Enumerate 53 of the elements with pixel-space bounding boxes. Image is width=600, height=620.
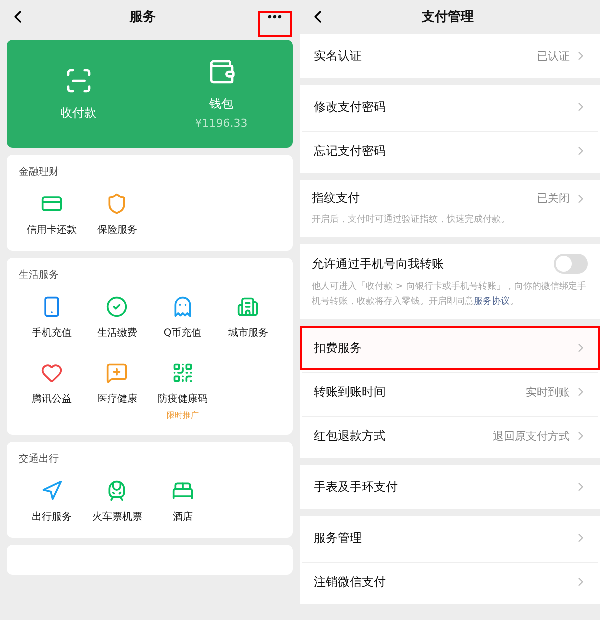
setting-row[interactable]: 指纹支付 已关闭 开启后，支付时可通过验证指纹，快速完成付款。 bbox=[300, 180, 600, 238]
setting-label[interactable]: 注销微信支付 bbox=[314, 574, 386, 591]
section-title: 金融理财 bbox=[19, 166, 60, 179]
qr-code-icon[interactable] bbox=[172, 362, 194, 384]
promo-tag: 限时推广 bbox=[166, 410, 199, 421]
page-title: 服务 bbox=[130, 9, 156, 26]
navigation-icon[interactable] bbox=[40, 480, 63, 502]
service-label[interactable]: Q币充值 bbox=[164, 326, 202, 340]
service-label[interactable]: 腾讯公益 bbox=[32, 392, 72, 406]
setting-row[interactable]: 扣费服务 bbox=[300, 326, 600, 370]
service-label[interactable]: 保险服务 bbox=[97, 223, 138, 237]
check-circle-icon[interactable] bbox=[106, 296, 128, 318]
plus-message-icon[interactable] bbox=[106, 362, 128, 384]
setting-value: 已关闭 bbox=[537, 191, 570, 206]
setting-value: 实时到账 bbox=[526, 384, 570, 400]
agreement-link[interactable]: 服务协议 bbox=[474, 296, 510, 307]
setting-label[interactable]: 忘记支付密码 bbox=[314, 142, 386, 160]
service-label[interactable]: 生活缴费 bbox=[97, 326, 138, 340]
setting-value: 已认证 bbox=[537, 48, 570, 64]
setting-label: 允许通过手机号向我转账 bbox=[312, 256, 444, 273]
toggle-switch[interactable] bbox=[554, 254, 588, 274]
setting-description: 他人可进入「收付款 > 向银行卡或手机号转账」，向你的微信绑定手机号转账，收款将存入零钱。开启即同意服务协议。 bbox=[312, 280, 588, 309]
service-label[interactable]: 手机充值 bbox=[32, 326, 72, 340]
service-label[interactable]: 信用卡还款 bbox=[26, 223, 77, 237]
more-button[interactable] bbox=[258, 11, 292, 37]
service-label[interactable]: 出行服务 bbox=[32, 510, 72, 524]
scan-icon[interactable] bbox=[64, 66, 92, 94]
service-label[interactable]: 医疗健康 bbox=[97, 392, 138, 406]
setting-label[interactable]: 转账到账时间 bbox=[314, 384, 386, 401]
more-icon bbox=[268, 15, 282, 19]
setting-label[interactable]: 实名认证 bbox=[314, 48, 362, 64]
service-label[interactable]: 酒店 bbox=[172, 510, 193, 524]
wallet-icon[interactable] bbox=[208, 58, 236, 86]
service-label[interactable]: 火车票机票 bbox=[92, 510, 142, 524]
setting-label[interactable]: 扣费服务 bbox=[314, 340, 362, 357]
setting-label[interactable]: 服务管理 bbox=[314, 530, 362, 547]
buildings-icon[interactable] bbox=[237, 296, 260, 318]
service-label[interactable]: 城市服务 bbox=[228, 326, 268, 340]
balance-amount: ¥1196.33 bbox=[195, 117, 248, 130]
shield-icon[interactable] bbox=[106, 193, 128, 215]
heart-icon[interactable] bbox=[40, 362, 63, 384]
setting-label[interactable]: 手表及手环支付 bbox=[314, 478, 398, 496]
setting-description: 开启后，支付时可通过验证指纹，快速完成付款。 bbox=[312, 214, 511, 227]
setting-label[interactable]: 红包退款方式 bbox=[314, 428, 386, 445]
setting-value: 退回原支付方式 bbox=[493, 428, 570, 444]
bed-icon[interactable] bbox=[172, 480, 194, 502]
page-title: 支付管理 bbox=[422, 9, 474, 26]
setting-label[interactable]: 修改支付密码 bbox=[314, 98, 386, 116]
setting-label[interactable]: 指纹支付 bbox=[312, 190, 360, 207]
train-icon[interactable] bbox=[106, 480, 128, 502]
section-title: 交通出行 bbox=[19, 452, 60, 466]
section-title: 生活服务 bbox=[19, 268, 60, 282]
service-label[interactable]: 防疫健康码 bbox=[158, 392, 208, 406]
